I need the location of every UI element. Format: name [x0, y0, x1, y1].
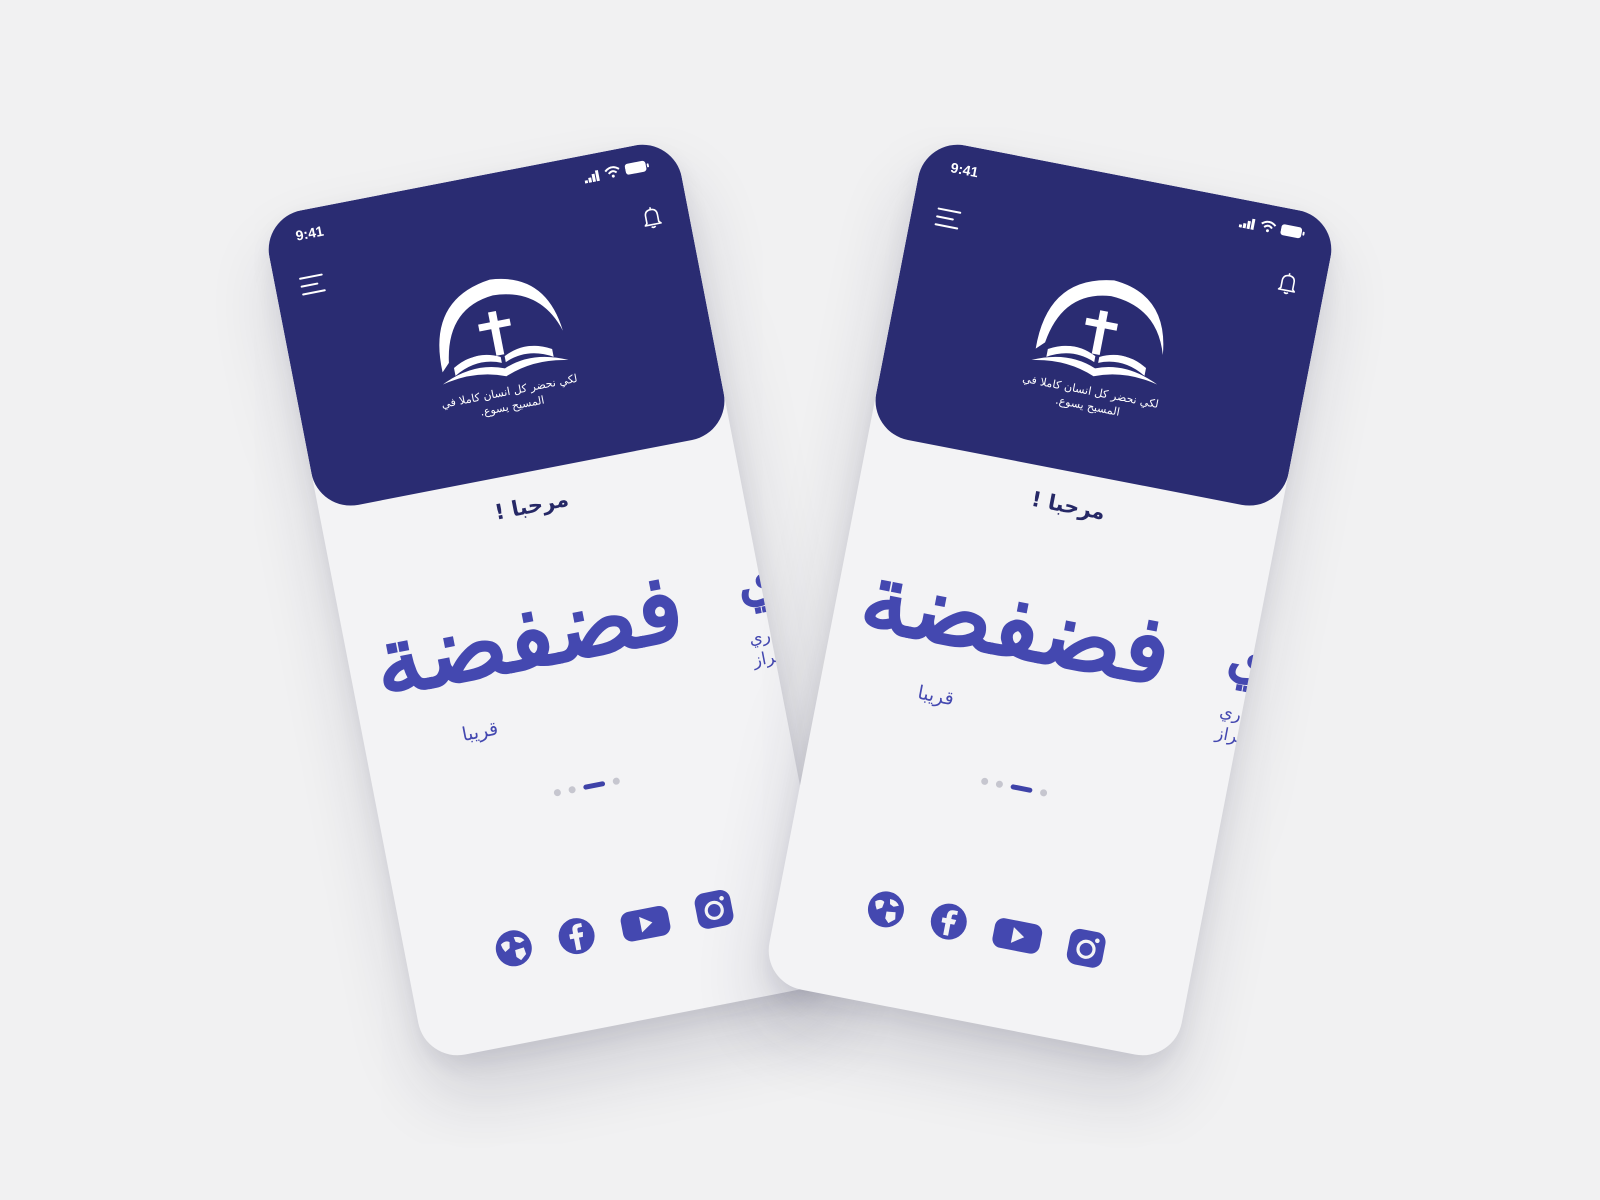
- facebook-icon[interactable]: [925, 898, 972, 945]
- status-time: 9:41: [294, 222, 325, 244]
- pagination-dot[interactable]: [552, 788, 562, 797]
- slide-line-2: خراز: [751, 645, 788, 672]
- slide-title-art: فضفضة: [363, 549, 693, 720]
- social-links: [404, 869, 824, 988]
- signal-icon: [1238, 218, 1256, 230]
- youtube-icon[interactable]: [988, 910, 1047, 959]
- slide-line-1: ري: [1217, 701, 1243, 726]
- menu-icon[interactable]: [298, 271, 328, 298]
- pagination-dot-active[interactable]: [582, 781, 605, 791]
- globe-icon[interactable]: [863, 886, 910, 933]
- battery-icon: [624, 160, 650, 175]
- slide-title-art: ري: [729, 534, 815, 616]
- battery-icon: [1280, 224, 1305, 239]
- carousel-slide[interactable]: فضفضة قريبا: [363, 531, 707, 787]
- pagination-dot[interactable]: [980, 777, 989, 786]
- slide-line-2: خراز: [1213, 723, 1250, 750]
- phone-mockup-left: 9:41 لكي نحضر كل انسان كاملا في المسيح ي…: [261, 137, 839, 1063]
- instagram-icon[interactable]: [691, 886, 738, 933]
- app-header: 9:41 لكي نحضر كل انسان كاملا في المسيح ي…: [261, 137, 732, 513]
- facebook-icon[interactable]: [553, 913, 600, 960]
- signal-icon: [584, 169, 600, 184]
- slide-line-1: ري: [747, 625, 773, 650]
- phone-mockup-right: 9:41 لكي نحضر كل انسان كاملا في المسيح ي…: [761, 137, 1339, 1063]
- pagination-dot[interactable]: [994, 780, 1004, 789]
- menu-icon[interactable]: [933, 205, 963, 232]
- status-icons: [1238, 215, 1306, 239]
- carousel-slide[interactable]: فضفضة قريبا: [853, 531, 1184, 787]
- carousel-slide-next[interactable]: ري ري خراز: [1207, 619, 1324, 783]
- wifi-icon: [1261, 220, 1277, 233]
- bell-icon[interactable]: [1275, 270, 1301, 298]
- pagination-dot-active[interactable]: [1009, 783, 1033, 793]
- status-icons: [583, 159, 650, 184]
- app-header: 9:41 لكي نحضر كل انسان كاملا في المسيح ي…: [868, 137, 1339, 513]
- youtube-icon[interactable]: [616, 898, 675, 947]
- pagination-dot[interactable]: [567, 785, 576, 794]
- status-time: 9:41: [949, 159, 980, 181]
- instagram-icon[interactable]: [1063, 925, 1110, 972]
- slide-title-art: ري: [1222, 619, 1308, 701]
- social-links: [776, 869, 1196, 988]
- bell-icon[interactable]: [639, 204, 665, 232]
- pagination-dot[interactable]: [1038, 788, 1048, 797]
- wifi-icon: [604, 166, 620, 178]
- pagination-dot[interactable]: [611, 777, 620, 786]
- globe-icon[interactable]: [490, 925, 537, 972]
